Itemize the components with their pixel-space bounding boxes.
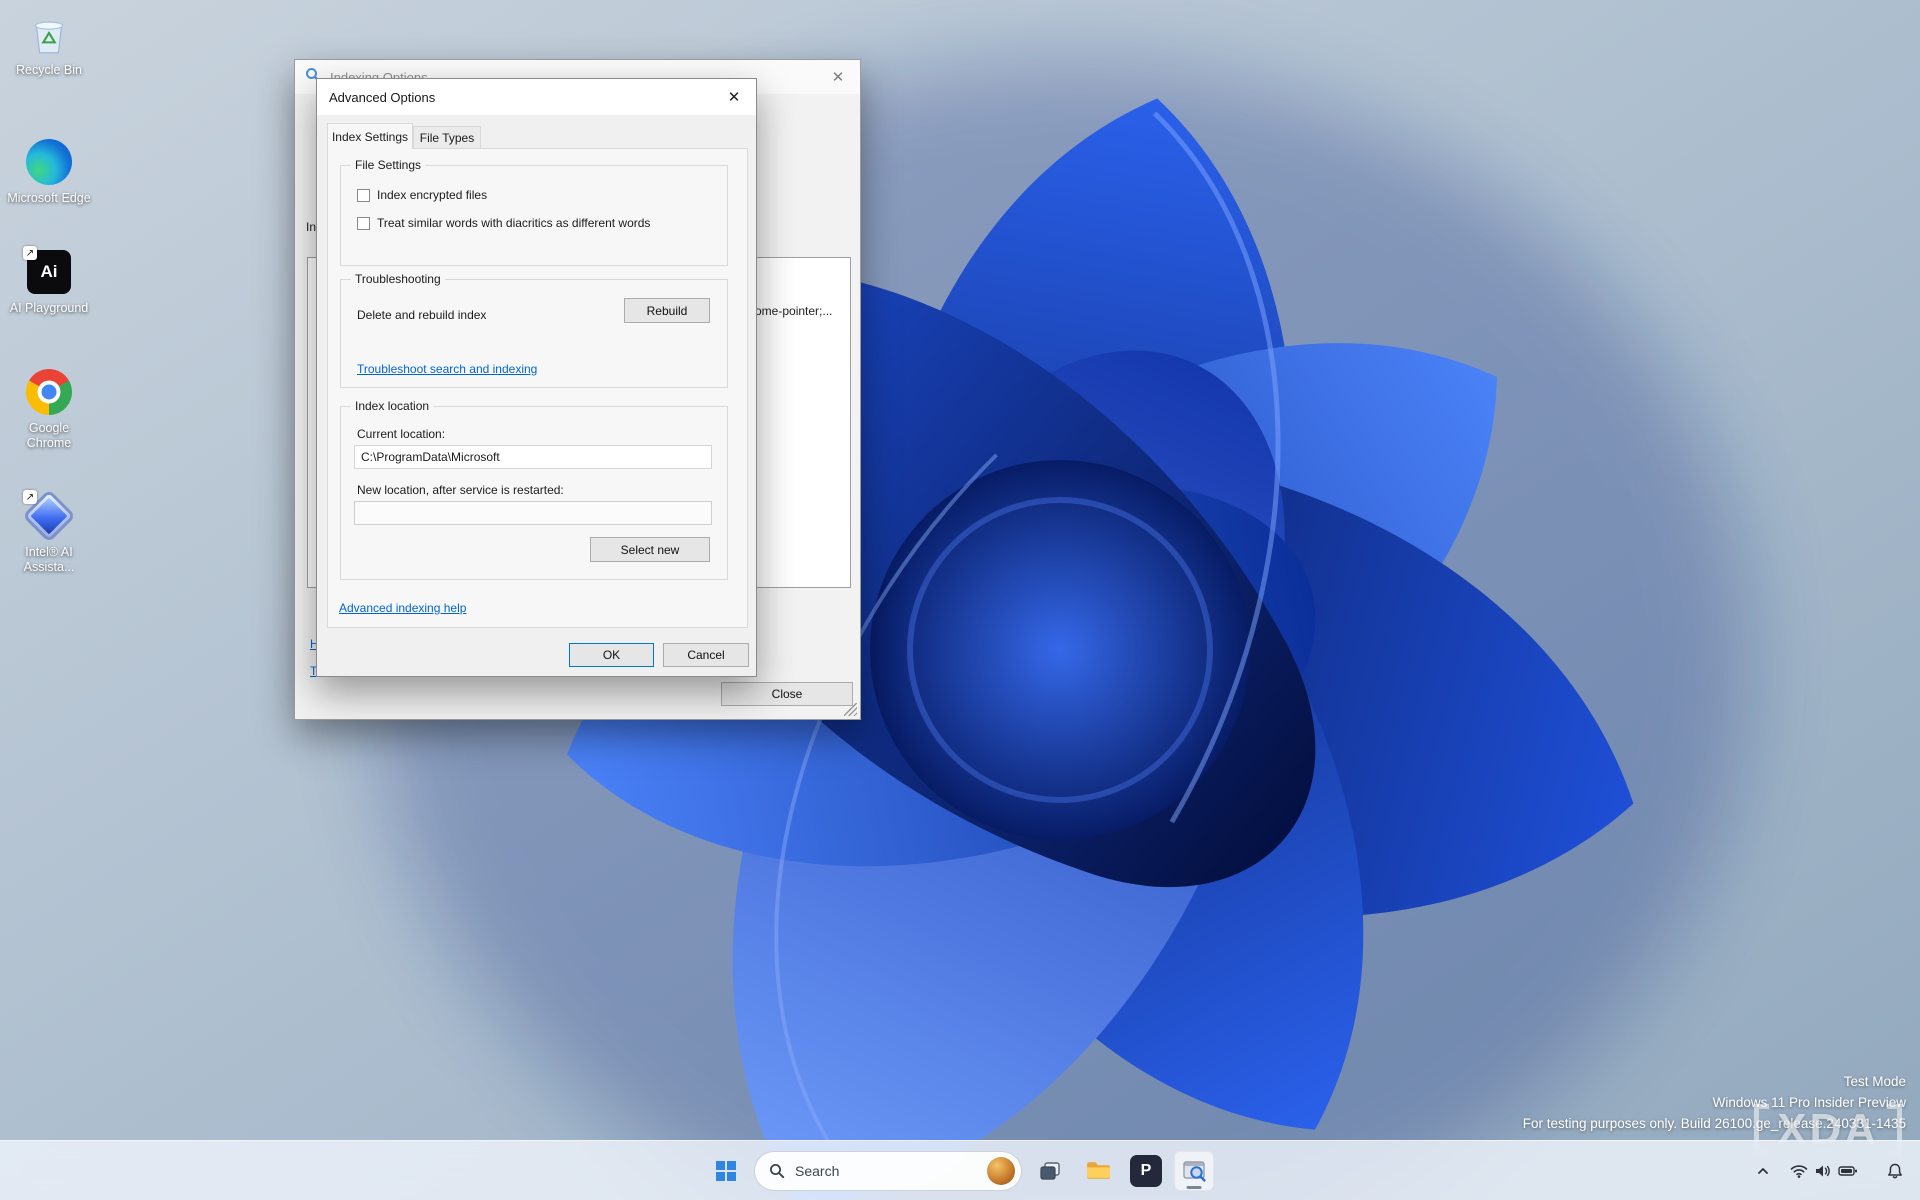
list-item-fragment: ome-pointer;... [755, 304, 832, 318]
shortcut-arrow-icon: ↗ [23, 246, 37, 260]
taskbar: Search P [0, 1140, 1920, 1200]
desktop-icon-label: Intel® AI Assista... [5, 545, 93, 575]
network-volume-battery-group[interactable] [1782, 1151, 1866, 1191]
taskbar-center-group: Search P [706, 1141, 1214, 1200]
checkbox[interactable] [357, 217, 370, 230]
battery-icon [1838, 1162, 1858, 1180]
troubleshoot-search-link[interactable]: Troubleshoot search and indexing [357, 362, 537, 376]
windows-bloom-wallpaper [0, 0, 1920, 1200]
desktop-screen: Recycle Bin Microsoft Edge Ai ↗ AI Playg… [0, 0, 1920, 1200]
ai-playground-icon: Ai ↗ [25, 248, 73, 296]
recycle-bin-icon [25, 10, 73, 58]
chrome-icon [25, 368, 73, 416]
task-view-button[interactable] [1030, 1151, 1070, 1191]
active-app-indicator [1187, 1186, 1202, 1189]
intel-ai-icon: ↗ [25, 492, 73, 540]
search-highlight-image[interactable] [987, 1157, 1015, 1185]
group-legend: Troubleshooting [351, 272, 445, 286]
file-settings-group: File Settings Index encrypted files Trea… [340, 165, 728, 266]
file-explorer-icon [1085, 1157, 1112, 1184]
desktop-icon-google-chrome[interactable]: Google Chrome [3, 368, 95, 451]
windows-logo-icon [715, 1160, 737, 1182]
advanced-indexing-help-link[interactable]: Advanced indexing help [339, 601, 466, 615]
desktop-icon-ai-playground[interactable]: Ai ↗ AI Playground [3, 248, 95, 316]
notification-bell-icon[interactable] [1880, 1151, 1910, 1191]
new-location-input[interactable] [354, 501, 712, 525]
desktop-icon-label: AI Playground [10, 301, 89, 316]
delete-rebuild-label: Delete and rebuild index [357, 308, 486, 322]
edge-icon [25, 138, 73, 186]
search-icon [769, 1163, 785, 1179]
app-p-button[interactable]: P [1126, 1151, 1166, 1191]
close-icon[interactable]: ✕ [712, 79, 756, 115]
rebuild-button[interactable]: Rebuild [624, 298, 710, 323]
checkbox[interactable] [357, 189, 370, 202]
tab-index-settings[interactable]: Index Settings [327, 123, 413, 149]
system-tray [1750, 1141, 1910, 1200]
ok-button[interactable]: OK [569, 643, 654, 667]
select-new-button[interactable]: Select new [590, 537, 710, 562]
checkbox-index-encrypted-files[interactable]: Index encrypted files [357, 188, 487, 202]
close-icon[interactable]: ✕ [816, 60, 860, 94]
new-location-label: New location, after service is restarted… [357, 483, 564, 497]
checkbox-treat-similar-words[interactable]: Treat similar words with diacritics as d… [357, 216, 650, 230]
advanced-dialog-titlebar[interactable]: Advanced Options ✕ [317, 79, 756, 115]
index-settings-tab-panel: File Settings Index encrypted files Trea… [327, 148, 748, 628]
wifi-icon [1790, 1162, 1808, 1180]
troubleshooting-group: Troubleshooting Delete and rebuild index… [340, 279, 728, 388]
desktop-icon-label: Google Chrome [5, 421, 93, 451]
desktop-icon-intel-ai-assistant[interactable]: ↗ Intel® AI Assista... [3, 492, 95, 575]
close-button[interactable]: Close [721, 682, 853, 706]
tray-chevron-up-icon[interactable] [1750, 1151, 1776, 1191]
current-location-label: Current location: [357, 427, 445, 441]
task-view-icon [1038, 1159, 1062, 1183]
tab-file-types[interactable]: File Types [413, 126, 481, 149]
desktop-icon-microsoft-edge[interactable]: Microsoft Edge [3, 138, 95, 206]
cancel-button[interactable]: Cancel [663, 643, 749, 667]
desktop-icon-label: Microsoft Edge [7, 191, 90, 206]
group-legend: File Settings [351, 158, 425, 172]
file-explorer-button[interactable] [1078, 1151, 1118, 1191]
desktop-icon-recycle-bin[interactable]: Recycle Bin [3, 10, 95, 78]
resize-grip[interactable] [844, 703, 857, 716]
checkbox-label: Index encrypted files [377, 188, 487, 202]
search-box[interactable]: Search [754, 1151, 1022, 1191]
p-app-icon: P [1130, 1155, 1162, 1187]
watermark-line: Test Mode [1523, 1071, 1906, 1092]
current-location-value: C:\ProgramData\Microsoft [354, 445, 712, 469]
advanced-dialog-title: Advanced Options [329, 90, 435, 105]
group-legend: Index location [351, 399, 433, 413]
shortcut-arrow-icon: ↗ [23, 490, 37, 504]
search-label: Search [795, 1163, 977, 1179]
advanced-options-dialog: Advanced Options ✕ Index Settings File T… [316, 78, 757, 677]
checkbox-label: Treat similar words with diacritics as d… [377, 216, 650, 230]
start-button[interactable] [706, 1151, 746, 1191]
desktop-icon-label: Recycle Bin [16, 63, 82, 78]
index-location-group: Index location Current location: C:\Prog… [340, 406, 728, 580]
volume-icon [1814, 1162, 1832, 1180]
indexing-options-app-icon [1181, 1158, 1207, 1184]
indexing-options-taskbar-button[interactable] [1174, 1151, 1214, 1191]
